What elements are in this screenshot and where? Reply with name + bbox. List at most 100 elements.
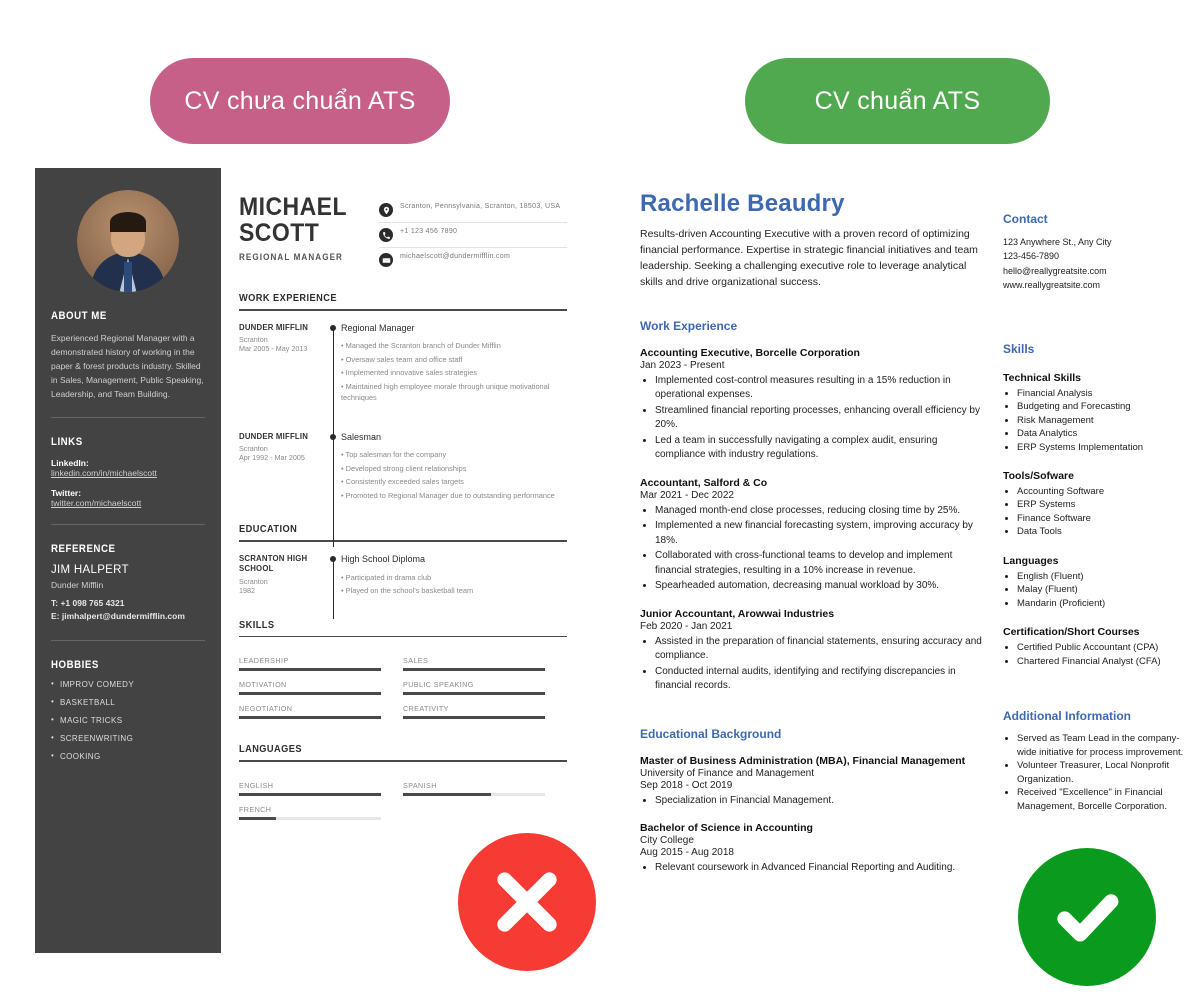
- timeline-marker: [327, 554, 341, 619]
- work-company: DUNDER MIFFLIN: [239, 322, 309, 332]
- about-me-heading: ABOUT ME: [51, 310, 107, 322]
- list-item: MAGIC TRICKS: [51, 715, 205, 725]
- work-bullet: • Consistently exceeded sales targets: [341, 477, 464, 487]
- education-bullet: • Played on the school's basketball team: [341, 586, 474, 596]
- work-dates: Apr 1992 - Mar 2005: [239, 453, 305, 463]
- list-item: Budgeting and Forecasting: [1017, 400, 1190, 413]
- badge-pill-non-ats: CV chưa chuẩn ATS: [150, 58, 450, 144]
- skill-group-title: Tools/Sofware: [1003, 469, 1074, 482]
- list-item: Chartered Financial Analyst (CFA): [1017, 655, 1190, 668]
- work-bullet: Assisted in the preparation of financial…: [655, 635, 985, 664]
- list-item: English (Fluent): [1017, 570, 1190, 583]
- skill-bar: [403, 692, 545, 696]
- list-item: Served as Team Lead in the company-wide …: [1017, 732, 1190, 759]
- avatar: [77, 190, 179, 292]
- skill-group-list: Financial Analysis Budgeting and Forecas…: [1003, 387, 1190, 454]
- work-bullet: • Developed strong client relationships: [341, 463, 467, 473]
- section-heading-education: EDUCATION: [239, 523, 298, 536]
- skill-group-title: Technical Skills: [1003, 371, 1082, 384]
- list-item: SCREENWRITING: [51, 733, 205, 743]
- contact-row-email: michaelscott@dundermifflin.com: [379, 248, 567, 272]
- work-bullet: • Maintained high employee morale throug…: [341, 381, 550, 403]
- resume-ats: Rachelle Beaudry Results-driven Accounti…: [640, 190, 1190, 900]
- list-item: Data Analytics: [1017, 427, 1190, 440]
- check-mark-icon: [1018, 848, 1156, 986]
- education-entry: Master of Business Administration (MBA),…: [640, 755, 985, 809]
- education-bullet: Specialization in Financial Management.: [655, 794, 985, 809]
- link-url-linkedin[interactable]: linkedin.com/in/michaelscott: [51, 468, 205, 478]
- skill-item: MOTIVATION: [239, 680, 403, 696]
- reference-heading: REFERENCE: [51, 543, 116, 556]
- contact-address: Scranton, Pennsylvania, Scranton, 18503,…: [400, 203, 561, 210]
- list-item: BASKETBALL: [51, 697, 205, 707]
- skill-bar: [239, 692, 381, 696]
- skill-label: CREATIVITY: [403, 704, 449, 714]
- work-title: Salesman: [341, 431, 382, 442]
- resume-non-ats: ABOUT ME Experienced Regional Manager wi…: [35, 168, 585, 953]
- skill-bar: [239, 668, 381, 672]
- education-bullets: Relevant coursework in Advanced Financia…: [640, 861, 985, 876]
- timeline-marker: [327, 323, 341, 448]
- work-city: Scranton: [239, 335, 268, 345]
- skill-item: SALES: [403, 656, 567, 672]
- skill-item: LEADERSHIP: [239, 656, 403, 672]
- work-entry: DUNDER MIFFLIN Scranton Apr 1992 - Mar 2…: [239, 431, 567, 547]
- job-role-subtitle: REGIONAL MANAGER: [239, 251, 343, 262]
- about-me-text: Experienced Regional Manager with a demo…: [51, 333, 204, 400]
- list-item: Volunteer Treasurer, Local Nonprofit Org…: [1017, 759, 1190, 786]
- education-bullet: Relevant coursework in Advanced Financia…: [655, 861, 985, 876]
- list-item: Certified Public Accountant (CPA): [1017, 641, 1190, 654]
- resume-ats-main-column: Rachelle Beaudry Results-driven Accounti…: [640, 190, 985, 900]
- language-bar: [403, 792, 545, 796]
- section-heading-languages: LANGUAGES: [239, 743, 303, 756]
- education-year: 1982: [239, 585, 255, 595]
- education-dates: Sep 2018 - Oct 2019: [640, 779, 733, 791]
- professional-summary: Results-driven Accounting Executive with…: [640, 228, 978, 288]
- contact-phone: 123-456-7890: [1003, 251, 1060, 262]
- work-entry: Accounting Executive, Borcelle Corporati…: [640, 347, 985, 463]
- list-item: ERP Systems Implementation: [1017, 441, 1190, 454]
- list-item: Mandarin (Proficient): [1017, 597, 1190, 610]
- education-entry: Bachelor of Science in Accounting City C…: [640, 822, 985, 876]
- section-heading-skills: SKILLS: [239, 618, 275, 631]
- contact-block: Scranton, Pennsylvania, Scranton, 18503,…: [379, 194, 567, 272]
- work-bullet: • Managed the Scranton branch of Dunder …: [341, 341, 501, 351]
- skill-group-list: Certified Public Accountant (CPA) Charte…: [1003, 641, 1190, 668]
- education-title: High School Diploma: [341, 553, 426, 564]
- sidebar-divider: [51, 639, 205, 641]
- contact-row-phone: +1 123 456 7890: [379, 223, 567, 248]
- work-bullet: • Oversaw sales team and office staff: [341, 354, 463, 364]
- skill-bar: [239, 716, 381, 720]
- section-heading-contact: Contact: [1003, 212, 1048, 226]
- education-entry: SCRANTON HIGH SCHOOL Scranton 1982 High …: [239, 553, 567, 619]
- work-title: Accounting Executive, Borcelle Corporati…: [640, 346, 860, 359]
- skill-item: NEGOTIATION: [239, 704, 403, 720]
- work-entry: Junior Accountant, Arowwai Industries Fe…: [640, 608, 985, 694]
- skill-bar: [403, 668, 545, 672]
- link-url-twitter[interactable]: twitter.com/michaelscott: [51, 498, 205, 508]
- envelope-icon: [379, 253, 393, 267]
- cross-mark-icon: [458, 833, 596, 971]
- reference-email: E: jimhalpert@dundermifflin.com: [51, 611, 185, 622]
- language-label: ENGLISH: [239, 780, 274, 790]
- work-company: DUNDER MIFFLIN: [239, 431, 309, 441]
- contact-block: 123 Anywhere St., Any City 123-456-7890 …: [1003, 235, 1190, 293]
- education-city: Scranton: [239, 576, 268, 586]
- work-title: Accountant, Salford & Co: [640, 476, 768, 489]
- additional-info-list: Served as Team Lead in the company-wide …: [1003, 732, 1190, 813]
- list-item: Data Tools: [1017, 525, 1190, 538]
- work-bullet: Implemented cost-control measures result…: [655, 374, 985, 403]
- location-pin-icon: [379, 203, 393, 217]
- languages-grid: ENGLISH SPANISH FRENCH: [239, 772, 567, 820]
- education-school: University of Finance and Management: [640, 767, 814, 779]
- language-bar: [239, 816, 381, 820]
- contact-email: michaelscott@dundermifflin.com: [400, 253, 511, 260]
- reference-name: JIM HALPERT: [51, 564, 129, 577]
- sidebar-divider: [51, 417, 205, 419]
- reference-phone: T: +1 098 765 4321: [51, 597, 125, 608]
- language-item: SPANISH: [403, 781, 567, 796]
- list-item: ERP Systems: [1017, 498, 1190, 511]
- timeline-marker: [327, 432, 341, 547]
- education-degree: Bachelor of Science in Accounting: [640, 822, 813, 835]
- links-heading: LINKS: [51, 436, 83, 449]
